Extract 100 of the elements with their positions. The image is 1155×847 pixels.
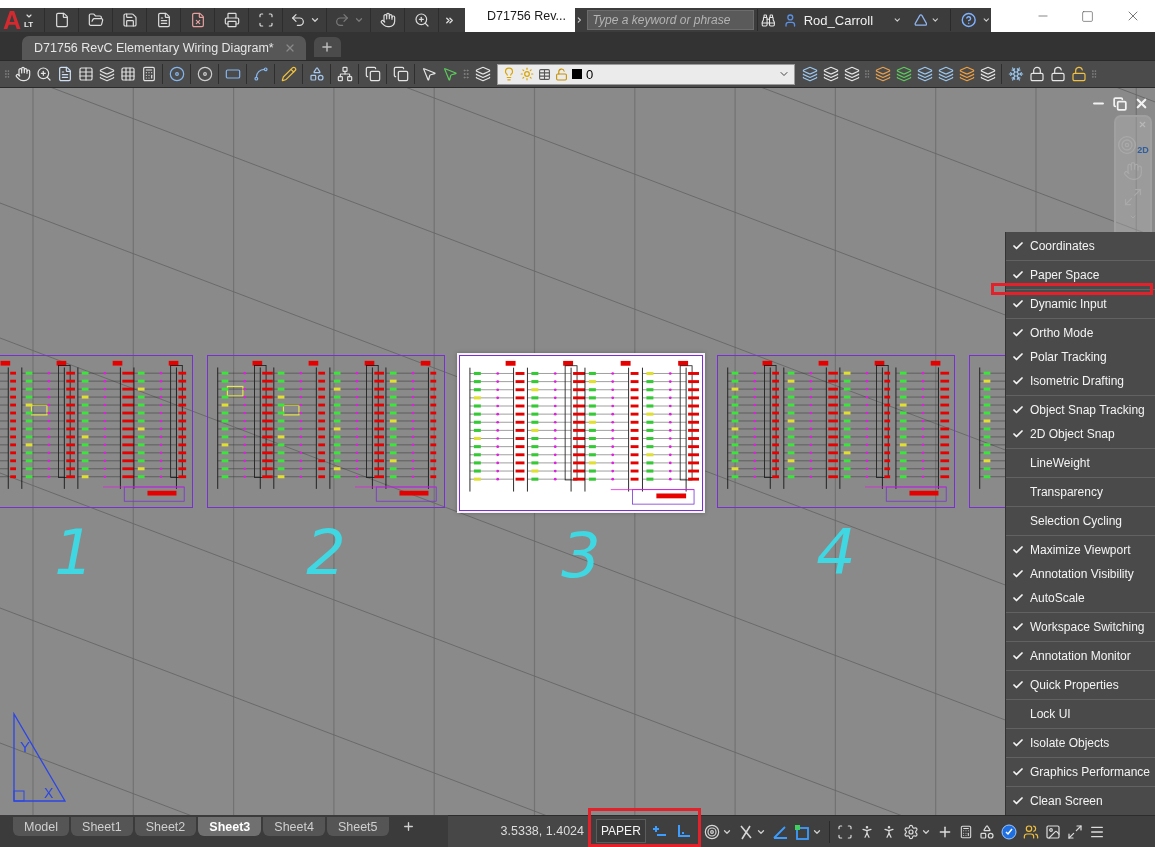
menu-item[interactable]: LineWeight	[1006, 455, 1155, 471]
frame-corners-icon[interactable]	[836, 823, 853, 840]
menu-item[interactable]: 2D Object Snap	[1006, 426, 1155, 442]
pointer-icon[interactable]	[441, 66, 458, 82]
unlock-icon[interactable]	[1070, 66, 1087, 82]
menu-item[interactable]: Isolate Objects	[1006, 735, 1155, 751]
layers-icon[interactable]	[822, 66, 839, 82]
grip-icon[interactable]	[1089, 68, 1099, 80]
layout-tab[interactable]: Model	[13, 817, 70, 836]
menu-item[interactable]: Lock UI	[1006, 706, 1155, 722]
plus-icon[interactable]	[402, 820, 416, 833]
menu-item[interactable]: Maximize Viewport	[1006, 542, 1155, 558]
frame-corners-icon[interactable]	[257, 12, 274, 28]
menu-item[interactable]: Isometric Drafting	[1006, 373, 1155, 389]
layers-icon[interactable]	[843, 66, 860, 82]
menu-item[interactable]: Selection Cycling	[1006, 513, 1155, 529]
hand-icon[interactable]	[14, 66, 31, 82]
target-icon[interactable]	[703, 823, 720, 840]
shapes-icon[interactable]	[978, 823, 995, 840]
pointer-icon[interactable]	[420, 66, 437, 82]
user-name[interactable]: Rod_Carroll	[803, 12, 874, 28]
layers-icon[interactable]	[801, 66, 818, 82]
disc-icon[interactable]	[168, 66, 185, 82]
overlapping-squares-icon[interactable]	[392, 66, 409, 82]
layers-icon[interactable]	[895, 66, 912, 82]
shapes-icon[interactable]	[308, 66, 325, 82]
layout-tab[interactable]: Sheet3	[198, 817, 262, 836]
user-icon[interactable]	[783, 11, 798, 29]
rectangle-icon[interactable]	[224, 66, 241, 82]
menu-item[interactable]: AutoScale	[1006, 590, 1155, 606]
zoom-icon[interactable]	[413, 12, 430, 28]
layers-icon[interactable]	[958, 66, 975, 82]
lock-icon[interactable]	[1028, 66, 1045, 82]
menu-item[interactable]: Workspace Switching	[1006, 619, 1155, 635]
settings-icon[interactable]	[902, 823, 919, 840]
layers-icon[interactable]	[98, 66, 115, 82]
printer-icon[interactable]	[223, 12, 240, 28]
hand-icon[interactable]	[379, 12, 396, 28]
folder-icon[interactable]	[87, 12, 104, 28]
calculator-icon[interactable]	[140, 66, 157, 82]
close-icon[interactable]	[1134, 96, 1149, 111]
grip-icon[interactable]	[460, 68, 472, 80]
undo-icon[interactable]	[289, 12, 306, 28]
pencil-icon[interactable]	[280, 66, 297, 82]
overlapping-squares-icon[interactable]	[364, 66, 381, 82]
search-field[interactable]: Type a keyword or phrase	[586, 10, 754, 30]
layout-tab[interactable]: Sheet5	[326, 817, 389, 836]
grid-icon[interactable]	[119, 66, 136, 82]
menu-item[interactable]: Annotation Visibility	[1006, 566, 1155, 582]
menu-item[interactable]: Paper Space	[1006, 267, 1155, 283]
grip-icon[interactable]	[2, 68, 12, 80]
menu-item[interactable]: Graphics Performance	[1006, 764, 1155, 780]
menu-item[interactable]: Ortho Mode	[1006, 325, 1155, 341]
plus-minus-icon[interactable]	[650, 823, 667, 839]
document-icon[interactable]	[56, 66, 73, 82]
triangle-icon[interactable]	[913, 12, 928, 28]
layout-tab[interactable]: Sheet4	[263, 817, 325, 836]
menu-item[interactable]: Object Snap Tracking	[1006, 402, 1155, 418]
layers-icon[interactable]	[916, 66, 933, 82]
space-toggle-button[interactable]: PAPER	[596, 819, 646, 843]
layers-icon[interactable]	[474, 66, 491, 82]
menu-item[interactable]: Polar Tracking	[1006, 349, 1155, 365]
network-icon[interactable]	[336, 66, 353, 82]
caret-icon[interactable]	[309, 15, 320, 25]
users-icon[interactable]	[1022, 823, 1039, 840]
chevron-right-icon[interactable]	[575, 15, 584, 25]
save-icon[interactable]	[121, 12, 138, 28]
menu-item[interactable]: Quick Properties	[1006, 677, 1155, 693]
layers-icon[interactable]	[979, 66, 996, 82]
layers-icon[interactable]	[874, 66, 891, 82]
menu-item[interactable]: Dynamic Input	[1006, 296, 1155, 312]
menu-item[interactable]: Transparency	[1006, 484, 1155, 500]
grip-icon[interactable]	[862, 68, 872, 80]
zoom-icon[interactable]	[35, 66, 52, 82]
menu-item[interactable]: Annotation Monitor	[1006, 648, 1155, 664]
binoculars-icon[interactable]	[760, 11, 776, 29]
disc-icon[interactable]	[196, 66, 213, 82]
unlock-icon[interactable]	[1049, 66, 1066, 82]
angle-icon[interactable]	[771, 823, 788, 840]
check-circle-icon[interactable]	[1000, 823, 1017, 840]
table-icon[interactable]	[77, 66, 94, 82]
file-icon[interactable]	[53, 12, 70, 28]
caret-icon[interactable]	[893, 15, 902, 25]
file-x-icon[interactable]	[189, 12, 206, 28]
image-icon[interactable]	[1044, 823, 1061, 840]
calculator-icon[interactable]	[958, 824, 973, 839]
document-tab[interactable]: D71756 RevC Elementary Wiring Diagram*	[22, 36, 306, 60]
curve-icon[interactable]	[252, 66, 269, 82]
layout-tab[interactable]: Sheet1	[71, 817, 133, 836]
layers-icon[interactable]	[937, 66, 954, 82]
fullscreen-icon[interactable]	[1066, 823, 1083, 840]
crossed-lines-icon[interactable]	[737, 823, 754, 840]
menu-item[interactable]: Coordinates	[1006, 238, 1155, 254]
caret-icon[interactable]	[982, 15, 991, 25]
layout-tab[interactable]: Sheet2	[134, 817, 197, 836]
help-icon[interactable]	[961, 11, 977, 29]
restore-icon[interactable]	[1113, 96, 1127, 111]
new-tab-button[interactable]	[313, 37, 341, 57]
layer-dropdown[interactable]: 0	[497, 63, 795, 85]
square-icon[interactable]	[793, 823, 810, 840]
